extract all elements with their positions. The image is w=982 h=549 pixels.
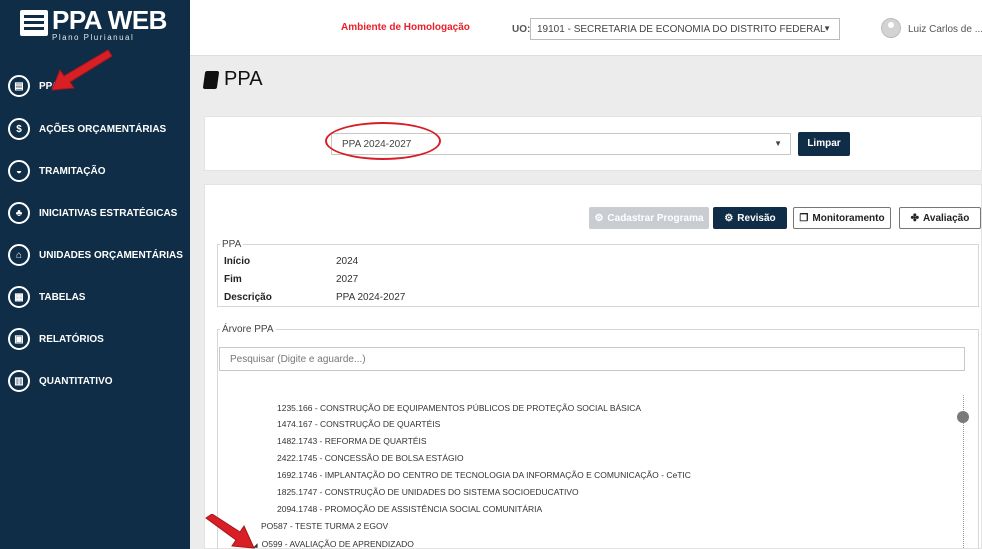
- sidebar-item-relatorios[interactable]: ▣ RELATÓRIOS: [0, 318, 190, 360]
- info-key: Fim: [224, 274, 242, 285]
- avaliacao-button[interactable]: ✤ Avaliação: [899, 207, 981, 229]
- sidebar-item-label: RELATÓRIOS: [39, 333, 104, 345]
- sidebar-item-label: QUANTITATIVO: [39, 375, 113, 387]
- sidebar-item-label: TRAMITAÇÃO: [39, 165, 106, 177]
- ppa-detail-panel: ⚙ Cadastrar Programa ⚙ Revisão ❐ Monitor…: [204, 184, 982, 549]
- logo-book-icon: [20, 10, 48, 36]
- sidebar-item-unidades-orcamentarias[interactable]: ⌂ UNIDADES ORÇAMENTÁRIAS: [0, 234, 190, 276]
- sitemap-icon: ♣: [8, 202, 30, 224]
- annotation-highlight-oval: [325, 122, 441, 160]
- sidebar-item-label: AÇÕES ORÇAMENTÁRIAS: [39, 123, 167, 135]
- tree-item[interactable]: 2094.1748 - PROMOÇÃO DE ASSISTÊNCIA SOCI…: [277, 504, 542, 514]
- page-header: PPA: [190, 56, 982, 102]
- sidebar-item-label: TABELAS: [39, 291, 86, 303]
- button-label: Monitoramento: [812, 212, 885, 224]
- tree-item[interactable]: 1474.167 - CONSTRUÇÃO DE QUARTÉIS: [277, 419, 440, 429]
- button-label: Cadastrar Programa: [607, 212, 704, 224]
- info-value: PPA 2024-2027: [336, 292, 406, 303]
- sidebar-item-tramitacao[interactable]: ◒ TRAMITAÇÃO: [0, 150, 190, 192]
- sidebar-item-label: INICIATIVAS ESTRATÉGICAS: [39, 207, 178, 219]
- caret-down-icon: ▼: [774, 139, 782, 148]
- dollar-icon: $: [8, 118, 30, 140]
- ppa-info-legend: PPA: [222, 239, 242, 250]
- book-icon: [202, 70, 220, 89]
- gamepad-icon: ✤: [910, 212, 920, 224]
- info-key: Início: [224, 256, 251, 267]
- monitoramento-button[interactable]: ❐ Monitoramento: [793, 207, 891, 229]
- tree-scrollbar-thumb[interactable]: [957, 411, 969, 423]
- info-value: 2027: [336, 274, 359, 285]
- caret-down-icon: ▼: [823, 24, 831, 33]
- limpar-button[interactable]: Limpar: [798, 132, 850, 156]
- sidebar-nav: ▤ PPA $ AÇÕES ORÇAMENTÁRIAS ◒ TRAMITAÇÃO…: [0, 64, 190, 402]
- uo-select-value: 19101 - SECRETARIA DE ECONOMIA DO DISTRI…: [537, 24, 826, 35]
- ppa-select-panel: PPA 2024-2027 ▼ Limpar: [204, 116, 982, 171]
- page-title: PPA: [202, 68, 263, 91]
- app-logo[interactable]: PPA WEB Plano Plurianual: [20, 6, 180, 46]
- environment-label: Ambiente de Homologação: [341, 22, 470, 33]
- file-icon: ▣: [8, 328, 30, 350]
- tree-item-expanded[interactable]: ◢ O599 - AVALIAÇÃO DE APRENDIZADO: [253, 539, 414, 549]
- tree-search-input[interactable]: Pesquisar (Digite e aguarde...): [219, 347, 965, 371]
- tree-item[interactable]: 1692.1746 - IMPLANTAÇÃO DO CENTRO DE TEC…: [277, 470, 691, 480]
- table-icon: ▦: [8, 286, 30, 308]
- tree-item-label: O599 - AVALIAÇÃO DE APRENDIZADO: [261, 539, 414, 549]
- sidebar-item-label: UNIDADES ORÇAMENTÁRIAS: [39, 249, 183, 261]
- sidebar-item-acoes-orcamentarias[interactable]: $ AÇÕES ORÇAMENTÁRIAS: [0, 108, 190, 150]
- uo-select[interactable]: 19101 - SECRETARIA DE ECONOMIA DO DISTRI…: [530, 18, 840, 40]
- page-title-text: PPA: [224, 68, 263, 90]
- sidebar-item-tabelas[interactable]: ▦ TABELAS: [0, 276, 190, 318]
- gear-icon: ⚙: [594, 212, 604, 224]
- avatar[interactable]: [881, 18, 901, 38]
- sidebar-item-quantitativo[interactable]: ▥ QUANTITATIVO: [0, 360, 190, 402]
- arvore-ppa-legend: Árvore PPA: [222, 324, 274, 335]
- cadastrar-programa-button[interactable]: ⚙ Cadastrar Programa: [589, 207, 709, 229]
- sidebar-item-iniciativas-estrategicas[interactable]: ♣ INICIATIVAS ESTRATÉGICAS: [0, 192, 190, 234]
- cogs-icon: ⚙: [724, 212, 734, 224]
- user-name[interactable]: Luiz Carlos de ...: [908, 24, 982, 35]
- button-label: Avaliação: [923, 212, 970, 224]
- annotation-arrow-icon: [51, 49, 112, 91]
- inbox-icon: ◒: [8, 160, 30, 182]
- revisao-button[interactable]: ⚙ Revisão: [713, 207, 787, 229]
- tree-item[interactable]: 1235.166 - CONSTRUÇÃO DE EQUIPAMENTOS PÚ…: [277, 403, 641, 413]
- logo-subtitle: Plano Plurianual: [52, 33, 135, 42]
- bank-icon: ⌂: [8, 244, 30, 266]
- tree-item[interactable]: 2422.1745 - CONCESSÃO DE BOLSA ESTÁGIO: [277, 453, 464, 463]
- ppa-info-fieldset: PPA Início 2024 Fim 2027 Descrição PPA 2…: [217, 239, 979, 307]
- info-key: Descrição: [224, 292, 272, 303]
- top-bar: Ambiente de Homologação UO: 19101 - SECR…: [190, 0, 982, 56]
- annotation-arrow-icon: [205, 514, 255, 549]
- tree-item[interactable]: 1482.1743 - REFORMA DE QUARTÉIS: [277, 436, 427, 446]
- tree-item[interactable]: 1825.1747 - CONSTRUÇÃO DE UNIDADES DO SI…: [277, 487, 579, 497]
- button-label: Revisão: [737, 212, 776, 224]
- book-icon: ▤: [8, 75, 30, 97]
- info-value: 2024: [336, 256, 359, 267]
- bar-chart-icon: ▥: [8, 370, 30, 392]
- uo-label: UO:: [512, 24, 531, 35]
- tree-item[interactable]: PO587 - TESTE TURMA 2 EGOV: [261, 521, 388, 531]
- copy-icon: ❐: [799, 212, 809, 224]
- logo-title: PPA WEB: [52, 5, 167, 35]
